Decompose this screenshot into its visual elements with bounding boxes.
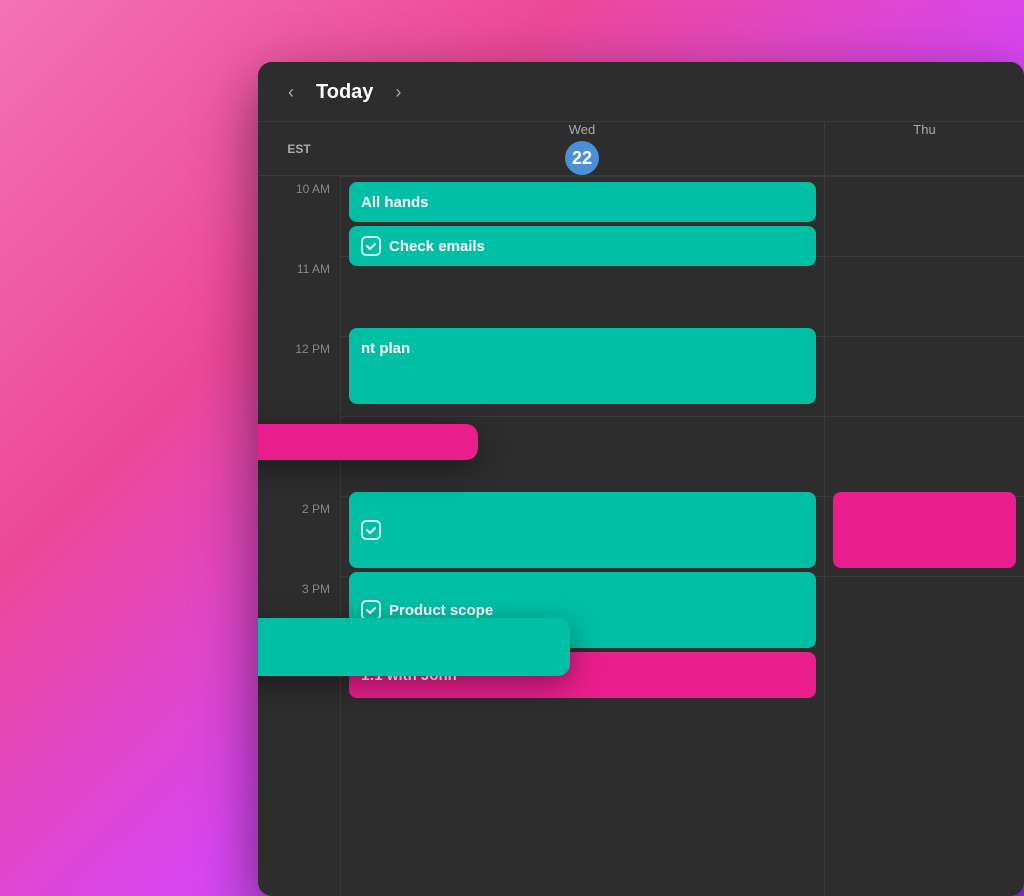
time-label-11am: 11 AM — [297, 262, 330, 276]
urgent-meeting-card[interactable] — [258, 424, 478, 460]
thu-number — [908, 141, 942, 175]
time-slot-10am: 10 AM — [258, 176, 340, 256]
thu-grid — [824, 176, 1024, 896]
wed-header[interactable]: Wed 22 — [340, 122, 824, 175]
event-check-emails[interactable]: Check emails — [349, 226, 816, 266]
prev-button[interactable]: ‹ — [282, 80, 300, 105]
time-label-12pm: 12 PM — [295, 342, 330, 356]
calendar-grid: 10 AM 11 AM 12 PM 1 PM 2 PM 3 PM — [258, 176, 1024, 896]
all-hands-label: All hands — [361, 194, 429, 211]
next-button[interactable]: › — [389, 80, 407, 105]
thu-header[interactable]: Thu — [824, 122, 1024, 175]
time-label-10am: 10 AM — [296, 182, 330, 196]
today-label: Today — [316, 81, 373, 104]
wed-number: 22 — [565, 141, 599, 175]
event-thu-pink[interactable] — [833, 492, 1016, 568]
time-label-2pm: 2 PM — [302, 502, 330, 516]
check-emails-label: Check emails — [389, 238, 485, 255]
check-emails-checkbox — [361, 236, 381, 256]
thu-name: Thu — [913, 122, 935, 137]
timezone-label: EST — [258, 142, 340, 156]
event-all-hands[interactable]: All hands — [349, 182, 816, 222]
time-slot-11am: 11 AM — [258, 256, 340, 336]
content-plan-label: nt plan — [361, 340, 410, 357]
wed-grid: All hands Check emails nt plan — [340, 176, 824, 896]
time-slot-12pm: 12 PM — [258, 336, 340, 416]
event-content-plan[interactable]: nt plan — [349, 328, 816, 404]
workout-checkbox — [361, 520, 381, 540]
event-workout-wed[interactable] — [349, 492, 816, 568]
time-column: 10 AM 11 AM 12 PM 1 PM 2 PM 3 PM — [258, 176, 340, 896]
product-scope-checkbox — [361, 600, 381, 620]
time-label-3pm: 3 PM — [302, 582, 330, 596]
product-scope-label: Product scope — [389, 602, 493, 619]
wed-name: Wed — [569, 122, 596, 137]
col-header-row: EST Wed 22 Thu — [258, 122, 1024, 176]
workout-card[interactable] — [258, 618, 570, 676]
calendar-header: ‹ Today › — [258, 62, 1024, 122]
calendar-window: ‹ Today › EST Wed 22 Thu 10 AM 11 AM 12 … — [258, 62, 1024, 896]
time-slot-2pm: 2 PM — [258, 496, 340, 576]
